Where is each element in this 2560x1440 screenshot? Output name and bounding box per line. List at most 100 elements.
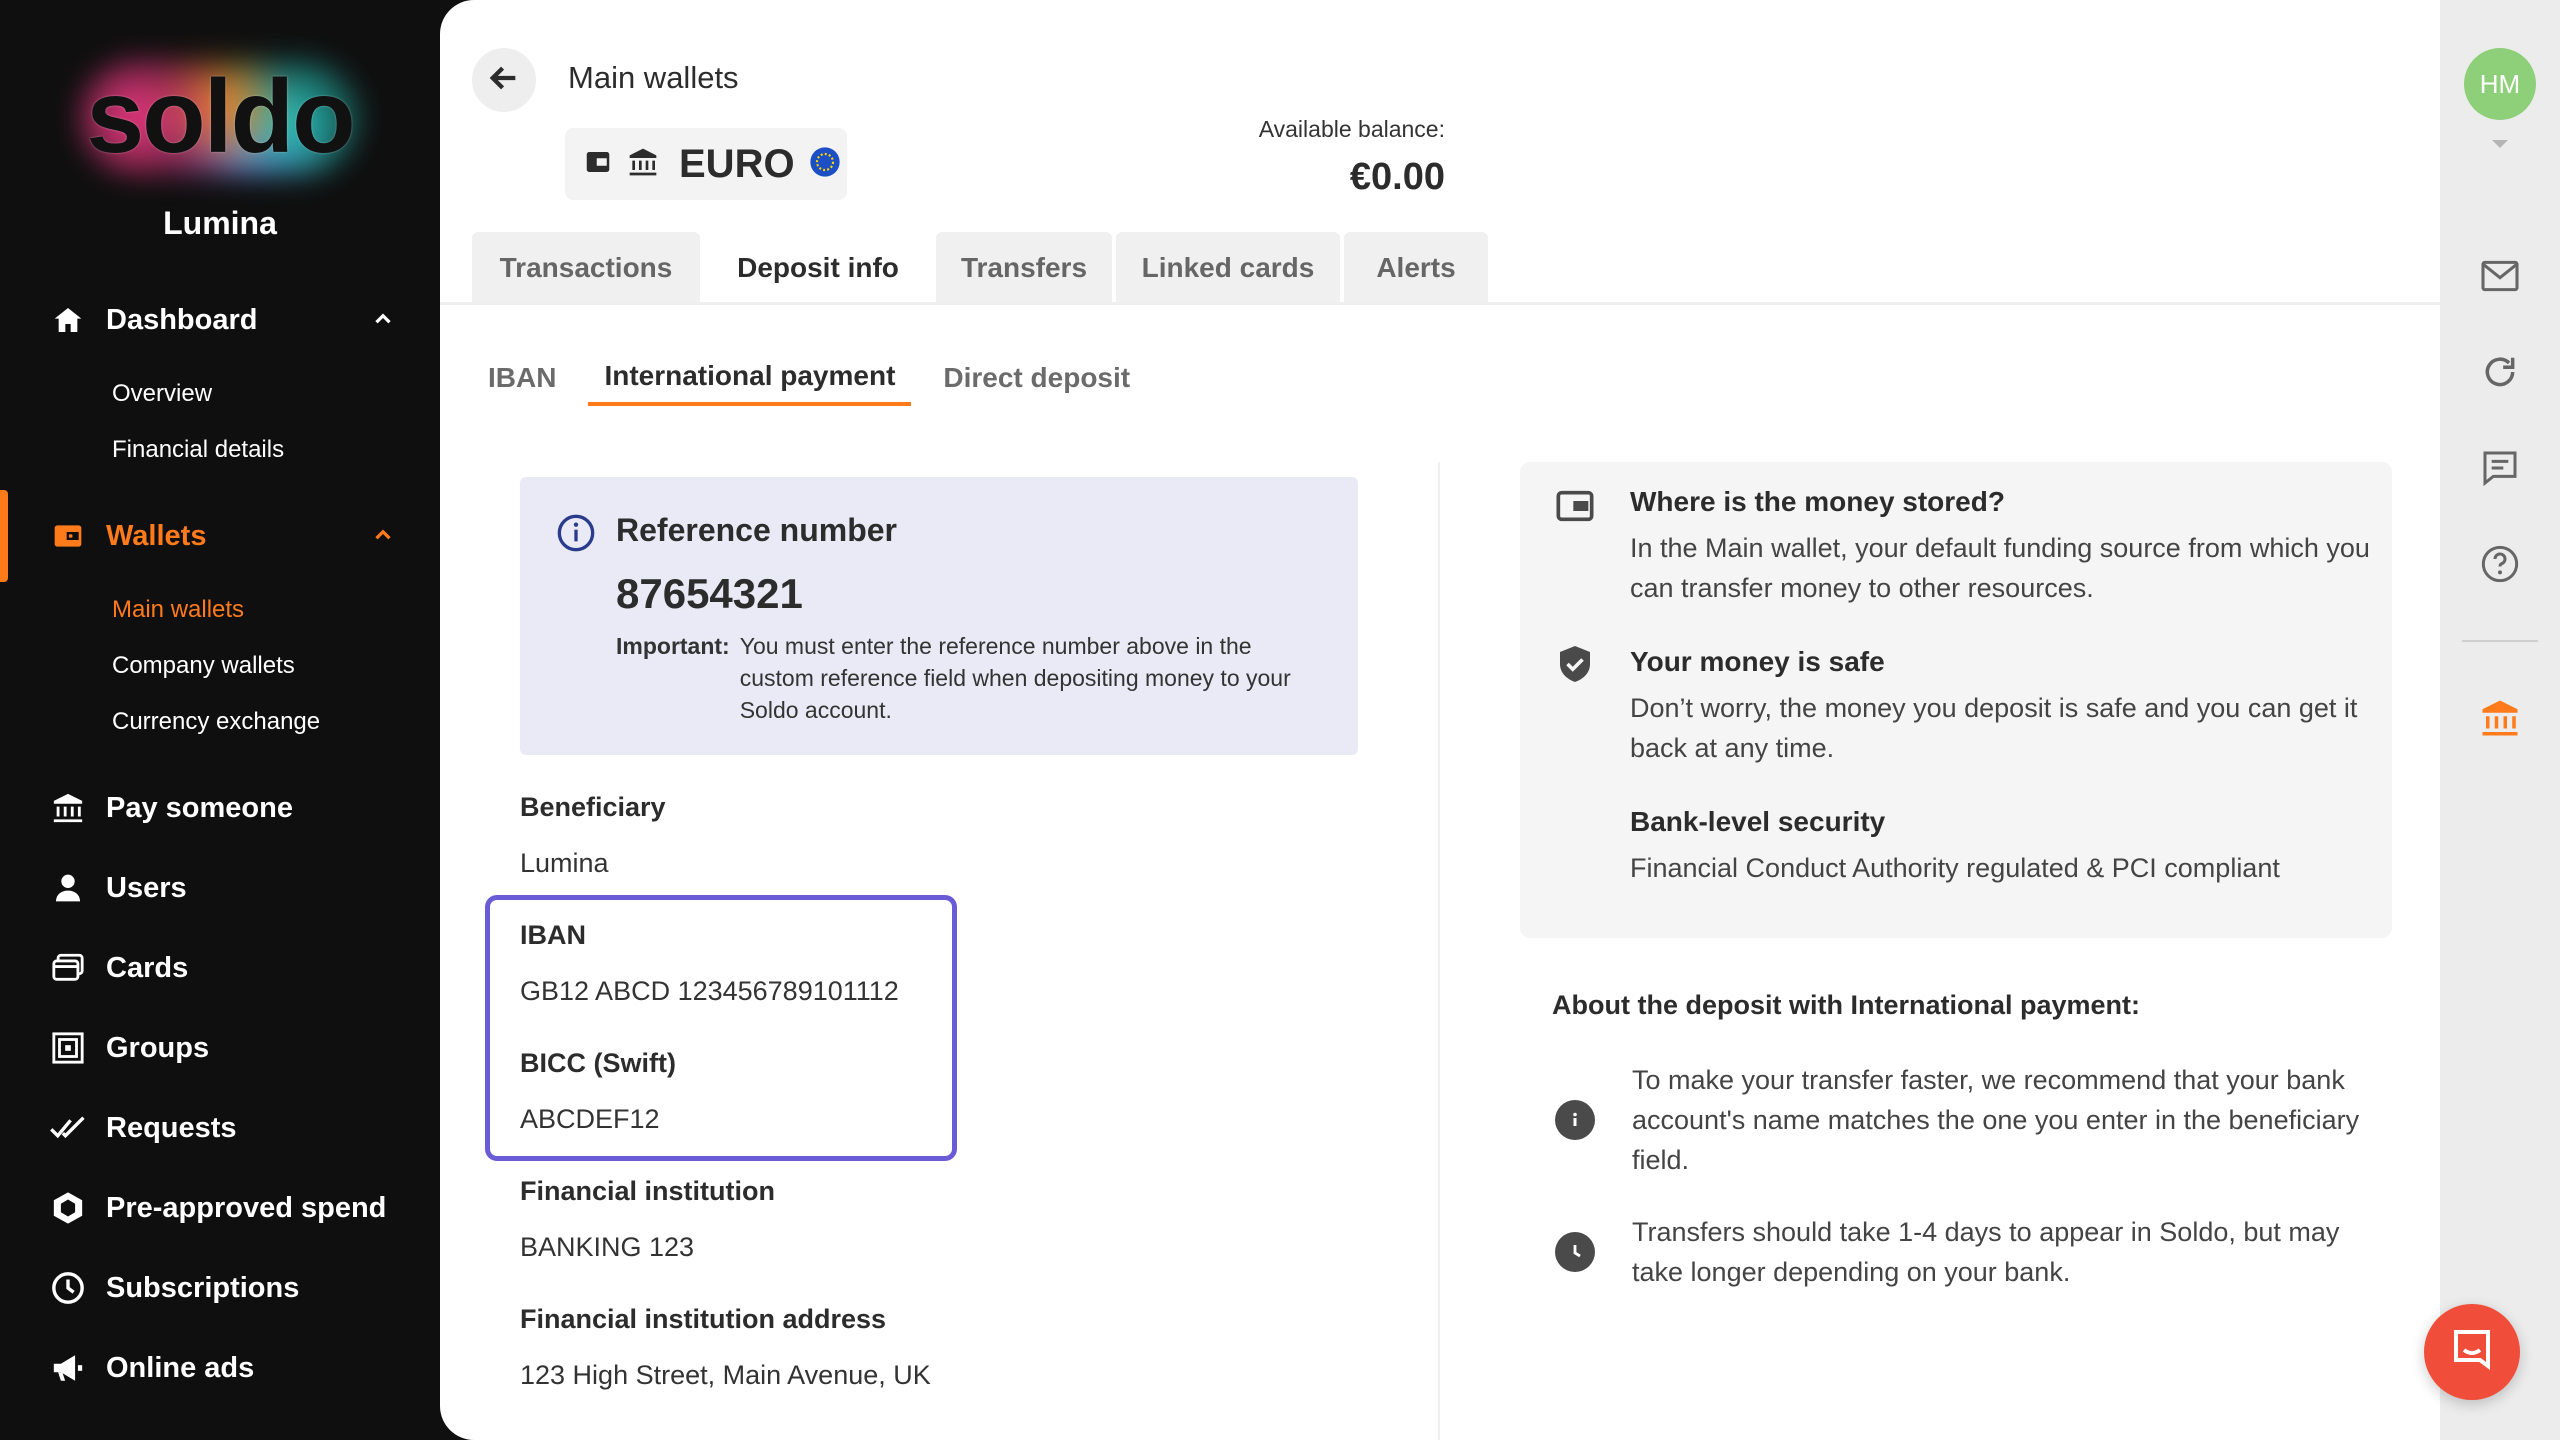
nav-label: Cards (106, 951, 189, 984)
bank-icon (627, 146, 659, 183)
nav-sub-overview[interactable]: Overview (112, 380, 212, 408)
info-text: Don’t worry, the money you deposit is sa… (1630, 693, 2358, 763)
shield-check-icon (1555, 644, 1595, 684)
tab-transfers[interactable]: Transfers (936, 232, 1112, 304)
financial-institution-address-label: Financial institution address (520, 1304, 887, 1334)
nav-requests[interactable]: Requests (0, 1096, 440, 1160)
wallet-icon (1555, 486, 1595, 526)
nav-subscriptions[interactable]: Subscriptions (0, 1256, 440, 1320)
bank-icon[interactable] (2478, 696, 2522, 740)
nav-sub-company-wallets[interactable]: Company wallets (112, 652, 295, 680)
wallet-name: EURO (679, 141, 795, 186)
page-title: Main wallets (568, 60, 739, 95)
wallet-chip: EURO (565, 128, 847, 200)
hexagon-icon (50, 1190, 86, 1226)
chat-launcher-button[interactable] (2424, 1304, 2520, 1400)
back-button[interactable] (472, 48, 536, 112)
tab-alerts[interactable]: Alerts (1344, 232, 1488, 304)
about-item: To make your transfer faster, we recomme… (1632, 1065, 2360, 1175)
nav-label: Online ads (106, 1351, 255, 1384)
subtab-direct-deposit[interactable]: Direct deposit (927, 350, 1146, 406)
arrow-left-icon (487, 61, 521, 100)
chevron-up-icon[interactable] (370, 306, 396, 340)
info-text: In the Main wallet, your default funding… (1630, 533, 2370, 603)
beneficiary-value: Lumina (520, 848, 609, 878)
nav-label: Wallets (106, 519, 207, 552)
info-icon (1555, 1100, 1595, 1140)
financial-institution-address-value: 123 High Street, Main Avenue, UK (520, 1360, 931, 1390)
nav-pre-approved-spend[interactable]: Pre-approved spend (0, 1176, 440, 1240)
eu-flag-icon (809, 146, 841, 183)
chevron-up-icon[interactable] (370, 522, 396, 556)
wallet-icon (50, 518, 86, 554)
tab-deposit-info[interactable]: Deposit info (704, 232, 932, 304)
important-label: Important: (616, 633, 730, 659)
nav-pay-someone[interactable]: Pay someone (0, 776, 440, 840)
deposit-subtabs: IBAN International payment Direct deposi… (472, 350, 1146, 406)
nav-sub-financial-details[interactable]: Financial details (112, 436, 284, 464)
nav-label: Users (106, 871, 187, 904)
megaphone-icon (50, 1350, 86, 1386)
user-icon (50, 870, 86, 906)
tab-linked-cards[interactable]: Linked cards (1116, 232, 1340, 304)
financial-institution-value: BANKING 123 (520, 1232, 695, 1262)
reference-title: Reference number (616, 512, 897, 548)
about-item: Transfers should take 1-4 days to appear… (1632, 1217, 2340, 1287)
clock-icon (50, 1270, 86, 1306)
wallet-icon (583, 147, 613, 182)
subtab-international-payment[interactable]: International payment (588, 350, 912, 406)
mail-icon[interactable] (2478, 254, 2522, 298)
nav-label: Pay someone (106, 791, 293, 824)
info-title: Your money is safe (1630, 646, 1885, 677)
available-balance-label: Available balance: (1258, 116, 1445, 142)
nav-dashboard[interactable]: Dashboard (0, 288, 440, 352)
reference-important-note: Important: You must enter the reference … (616, 630, 1316, 726)
about-title: About the deposit with International pay… (1552, 990, 2141, 1020)
sidebar: soldo Lumina Dashboard Overview Financia… (0, 0, 440, 1440)
column-divider (1438, 462, 1440, 1440)
info-title: Where is the money stored? (1630, 486, 2005, 517)
nav-groups[interactable]: Groups (0, 1016, 440, 1080)
avatar[interactable]: HM (2464, 48, 2536, 120)
nav-label: Pre-approved spend (106, 1191, 387, 1224)
refresh-icon[interactable] (2478, 350, 2522, 394)
info-money-stored: Where is the money stored? In the Main w… (1630, 486, 2390, 608)
nav-wallets[interactable]: Wallets (0, 490, 440, 582)
subtab-iban[interactable]: IBAN (472, 350, 572, 406)
organization-name: Lumina (163, 205, 277, 241)
tab-divider (440, 302, 2440, 305)
available-balance-value: €0.00 (1349, 156, 1445, 198)
tab-transactions[interactable]: Transactions (472, 232, 700, 304)
home-icon (50, 302, 86, 338)
nav-sub-main-wallets[interactable]: Main wallets (112, 596, 244, 624)
nav-label: Groups (106, 1031, 210, 1064)
help-icon[interactable] (2478, 542, 2522, 586)
nav-label: Subscriptions (106, 1271, 300, 1304)
beneficiary-label: Beneficiary (520, 792, 666, 822)
info-bank-security: Bank-level security Financial Conduct Au… (1630, 806, 2390, 888)
bank-icon (50, 790, 86, 826)
nav-online-ads[interactable]: Online ads (0, 1336, 440, 1400)
groups-icon (50, 1030, 86, 1066)
comment-icon[interactable] (2478, 446, 2522, 490)
toolbar-divider (2462, 640, 2538, 642)
clock-icon (1555, 1232, 1595, 1272)
nav-cards[interactable]: Cards (0, 936, 440, 1000)
important-text: You must enter the reference number abov… (739, 633, 1291, 723)
nav-label: Requests (106, 1111, 237, 1144)
soldo-logo[interactable]: soldo (60, 50, 380, 185)
reference-number[interactable]: 87654321 (616, 570, 803, 618)
info-money-safe: Your money is safe Don’t worry, the mone… (1630, 646, 2390, 768)
info-title: Bank-level security (1630, 806, 1886, 837)
info-text: Financial Conduct Authority regulated & … (1630, 853, 2280, 883)
nav-users[interactable]: Users (0, 856, 440, 920)
double-check-icon (50, 1110, 86, 1146)
cards-icon (50, 950, 86, 986)
info-icon (556, 513, 596, 558)
nav-sub-currency-exchange[interactable]: Currency exchange (112, 708, 320, 736)
chevron-down-icon[interactable] (2488, 136, 2512, 157)
financial-institution-label: Financial institution (520, 1176, 775, 1206)
nav-label: Dashboard (106, 303, 258, 336)
chat-icon (2448, 1326, 2496, 1379)
wallet-tabs: Transactions Deposit info Transfers Link… (472, 232, 1492, 304)
